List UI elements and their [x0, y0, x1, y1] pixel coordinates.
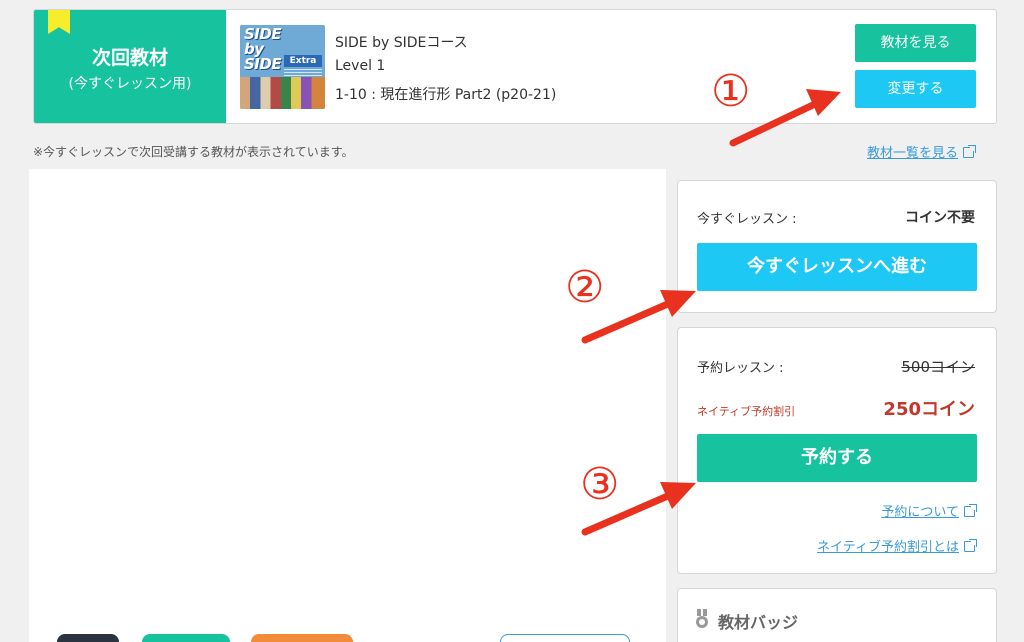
view-material-button[interactable]: 教材を見る — [855, 24, 976, 62]
material-list-link-label: 教材一覧を見る — [867, 146, 959, 161]
native-discount-label: ネイティブ予約割引 — [697, 405, 796, 418]
change-material-button[interactable]: 変更する — [855, 70, 976, 108]
thumbnail-badge: Extra — [284, 55, 322, 67]
next-material-subtitle: (今すぐレッスン用) — [68, 76, 192, 92]
external-link-icon — [964, 504, 977, 517]
native-discount-link-label: ネイティブ予約割引とは — [817, 540, 959, 555]
lesson-now-price: コイン不要 — [905, 210, 975, 226]
material-badge-panel: 教材バッジ — [677, 588, 997, 642]
material-badge-title: 教材バッジ — [718, 613, 799, 632]
external-link-icon — [964, 539, 977, 552]
about-reservation-link[interactable]: 予約について — [881, 501, 977, 520]
next-material-card: 次回教材 (今すぐレッスン用) SIDE by SIDE Extra SIDE … — [33, 9, 997, 124]
next-material-title: 次回教材 — [91, 47, 168, 69]
content-stub-1 — [57, 634, 119, 642]
native-discount-link[interactable]: ネイティブ予約割引とは — [817, 536, 977, 555]
annotation-number-2: ② — [565, 262, 605, 313]
next-material-label-block: 次回教材 (今すぐレッスン用) — [34, 10, 226, 123]
annotation-number-1: ① — [711, 66, 751, 117]
annotation-number-3: ③ — [580, 459, 620, 510]
lesson-now-label: 今すぐレッスン : — [697, 212, 797, 227]
content-stub-3 — [251, 634, 353, 642]
bookmark-icon — [48, 10, 70, 34]
reservation-panel: 予約レッスン : 500コイン ネイティブ予約割引 250コイン 予約する 予約… — [677, 327, 997, 574]
discount-price: 250コイン — [883, 399, 975, 420]
lesson-now-panel: 今すぐレッスン : コイン不要 今すぐレッスンへ進む — [677, 180, 997, 313]
about-reservation-link-label: 予約について — [881, 505, 959, 520]
thumbnail-illustration — [240, 77, 325, 109]
course-name: SIDE by SIDEコース — [335, 35, 468, 51]
start-lesson-now-button[interactable]: 今すぐレッスンへ進む — [697, 243, 977, 291]
content-stub-4 — [500, 634, 630, 642]
material-list-link[interactable]: 教材一覧を見る — [867, 142, 977, 161]
content-stub-2 — [142, 634, 230, 642]
medal-icon — [696, 609, 708, 628]
course-level: Level 1 — [335, 58, 386, 74]
original-price: 500コイン — [901, 358, 975, 376]
thumbnail-lines — [284, 69, 322, 77]
reservation-label: 予約レッスン : — [697, 361, 784, 376]
external-link-icon — [963, 145, 977, 158]
material-note: ※今すぐレッスンで次回受講する教材が表示されています。 — [33, 145, 354, 159]
lesson-title: 1-10 : 現在進行形 Part2 (p20-21) — [335, 87, 557, 103]
reserve-button[interactable]: 予約する — [697, 434, 977, 482]
material-thumbnail: SIDE by SIDE Extra — [240, 25, 325, 109]
main-content-area — [29, 169, 666, 642]
